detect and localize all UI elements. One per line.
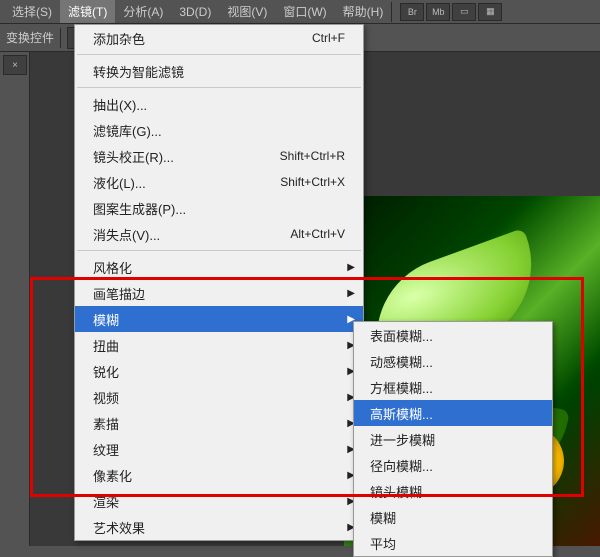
menu-shortcut: Alt+Ctrl+V: [290, 227, 345, 241]
menu-item[interactable]: 消失点(V)... Alt+Ctrl+V: [75, 221, 363, 247]
submenu-item-label: 平均: [370, 534, 396, 553]
blur-submenu: 表面模糊... 动感模糊... 方框模糊... 高斯模糊... 进一步模糊径向模糊...…: [353, 321, 553, 557]
menu-item[interactable]: 转换为智能滤镜: [75, 58, 363, 84]
menu-help[interactable]: 帮助(H): [335, 0, 392, 23]
menu-analysis[interactable]: 分析(A): [115, 0, 171, 23]
menu-item[interactable]: 添加杂色 Ctrl+F: [75, 25, 363, 51]
menu-item[interactable]: 纹理▶: [75, 436, 363, 462]
submenu-item-label: 径向模糊...: [370, 456, 433, 475]
separator: [391, 2, 392, 22]
submenu-item[interactable]: 径向模糊...: [354, 452, 552, 478]
menu-item[interactable]: 液化(L)... Shift+Ctrl+X: [75, 169, 363, 195]
submenu-item[interactable]: 镜头模糊...: [354, 478, 552, 504]
menu-item-label: 滤镜库(G)...: [93, 121, 162, 140]
arrange-icon[interactable]: ▦: [478, 3, 502, 21]
submenu-item[interactable]: 动感模糊...: [354, 348, 552, 374]
menu-item-label: 转换为智能滤镜: [93, 62, 184, 81]
menu-item[interactable]: 渲染▶: [75, 488, 363, 514]
submenu-item-label: 方框模糊...: [370, 378, 433, 397]
submenu-item[interactable]: 模糊: [354, 504, 552, 530]
menu-item[interactable]: 像素化▶: [75, 462, 363, 488]
menu-item-label: 渲染: [93, 492, 119, 511]
transform-label: 变换控件: [6, 29, 54, 46]
menu-item[interactable]: 锐化▶: [75, 358, 363, 384]
menu-shortcut: Shift+Ctrl+R: [280, 149, 345, 163]
submenu-item-label: 动感模糊...: [370, 352, 433, 371]
menu-item[interactable]: 画笔描边 ▶: [75, 280, 363, 306]
menu-item[interactable]: 扭曲▶: [75, 332, 363, 358]
menubar-icon-group: Br Mb ▭ ▦: [400, 3, 502, 21]
menu-item[interactable]: 素描▶: [75, 410, 363, 436]
menu-3d[interactable]: 3D(D): [171, 2, 219, 22]
menu-item[interactable]: 滤镜库(G)...: [75, 117, 363, 143]
menu-view[interactable]: 视图(V): [219, 0, 275, 23]
menu-item-label: 像素化: [93, 466, 132, 485]
submenu-item-label: 镜头模糊...: [370, 482, 433, 501]
menu-item-label: 图案生成器(P)...: [93, 199, 186, 218]
menu-separator: [77, 54, 361, 55]
submenu-item[interactable]: 方框模糊...: [354, 374, 552, 400]
submenu-item[interactable]: 进一步模糊: [354, 426, 552, 452]
submenu-item-label: 进一步模糊: [370, 430, 435, 449]
menu-item-label: 模糊: [93, 310, 119, 329]
menu-item[interactable]: 风格化 ▶: [75, 254, 363, 280]
menu-item-label: 镜头校正(R)...: [93, 147, 174, 166]
menu-item-label: 添加杂色: [93, 29, 145, 48]
submenu-item-label: 表面模糊...: [370, 326, 433, 345]
submenu-item[interactable]: 表面模糊...: [354, 322, 552, 348]
menu-item[interactable]: 模糊▶: [75, 306, 363, 332]
menu-item-label: 视频: [93, 388, 119, 407]
filter-menu-dropdown: 添加杂色 Ctrl+F 转换为智能滤镜抽出(X)... 滤镜库(G)... 镜头校正(R…: [74, 24, 364, 541]
minibridge-icon[interactable]: Mb: [426, 3, 450, 21]
menu-item-label: 风格化: [93, 258, 132, 277]
menu-item-label: 消失点(V)...: [93, 225, 160, 244]
menu-item[interactable]: 镜头校正(R)... Shift+Ctrl+R: [75, 143, 363, 169]
menu-item[interactable]: 艺术效果▶: [75, 514, 363, 540]
menu-item-label: 纹理: [93, 440, 119, 459]
menu-shortcut: Ctrl+F: [312, 31, 345, 45]
submenu-arrow-icon: ▶: [347, 262, 355, 273]
panel-close-button[interactable]: ×: [3, 55, 27, 75]
menu-item-label: 素描: [93, 414, 119, 433]
side-panel: ×: [0, 52, 30, 546]
submenu-item[interactable]: 平均: [354, 530, 552, 556]
menu-item[interactable]: 视频▶: [75, 384, 363, 410]
bridge-icon[interactable]: Br: [400, 3, 424, 21]
menu-item-label: 抽出(X)...: [93, 95, 147, 114]
submenu-item-label: 模糊: [370, 508, 396, 527]
menu-separator: [77, 250, 361, 251]
submenu-item[interactable]: 高斯模糊...: [354, 400, 552, 426]
menu-item[interactable]: 抽出(X)...: [75, 91, 363, 117]
submenu-item-label: 高斯模糊...: [370, 404, 433, 423]
menubar: 选择(S) 滤镜(T) 分析(A) 3D(D) 视图(V) 窗口(W) 帮助(H…: [0, 0, 600, 24]
menu-filter[interactable]: 滤镜(T): [60, 0, 115, 23]
menu-separator: [77, 87, 361, 88]
menu-item-label: 画笔描边: [93, 284, 145, 303]
menu-select[interactable]: 选择(S): [4, 0, 60, 23]
menu-item-label: 液化(L)...: [93, 173, 146, 192]
menu-item-label: 扭曲: [93, 336, 119, 355]
separator: [60, 28, 61, 48]
submenu-arrow-icon: ▶: [347, 288, 355, 299]
menu-item[interactable]: 图案生成器(P)...: [75, 195, 363, 221]
menu-window[interactable]: 窗口(W): [275, 0, 334, 23]
menu-item-label: 艺术效果: [93, 518, 145, 537]
screen-mode-icon[interactable]: ▭: [452, 3, 476, 21]
menu-shortcut: Shift+Ctrl+X: [280, 175, 345, 189]
menu-item-label: 锐化: [93, 362, 119, 381]
